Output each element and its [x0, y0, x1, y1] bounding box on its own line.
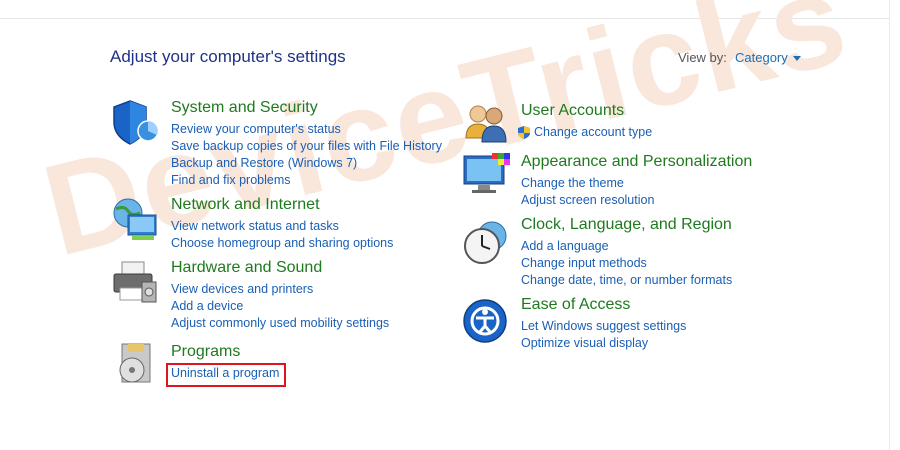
category-user-accounts: User Accounts Change account type — [518, 101, 652, 141]
uac-shield-icon — [518, 126, 530, 140]
right-divider — [889, 0, 890, 450]
devices-printers-link[interactable]: View devices and printers — [171, 281, 389, 298]
programs-disc-icon — [119, 343, 151, 383]
system-security-title[interactable]: System and Security — [171, 98, 442, 118]
security-shield-icon — [113, 100, 159, 145]
category-system-security: System and Security Review your computer… — [171, 98, 442, 189]
users-icon — [465, 105, 507, 143]
screen-resolution-link[interactable]: Adjust screen resolution — [521, 192, 752, 209]
homegroup-link[interactable]: Choose homegroup and sharing options — [171, 235, 393, 252]
uninstall-highlight-box — [166, 363, 286, 387]
change-account-type-link[interactable]: Change account type — [534, 125, 652, 139]
optimize-display-link[interactable]: Optimize visual display — [521, 335, 686, 352]
network-globe-icon — [113, 198, 157, 240]
page-title: Adjust your computer's settings — [110, 47, 346, 66]
add-language-link[interactable]: Add a language — [521, 238, 732, 255]
date-time-formats-link[interactable]: Change date, time, or number formats — [521, 272, 732, 289]
view-by-dropdown[interactable]: Category — [735, 50, 801, 65]
mobility-settings-link[interactable]: Adjust commonly used mobility settings — [171, 315, 389, 332]
add-device-link[interactable]: Add a device — [171, 298, 389, 315]
chevron-down-icon — [792, 56, 801, 62]
category-ease-of-access: Ease of Access Let Windows suggest setti… — [521, 295, 686, 352]
find-fix-problems-link[interactable]: Find and fix problems — [171, 172, 442, 189]
category-network-internet: Network and Internet View network status… — [171, 195, 393, 252]
hardware-sound-title[interactable]: Hardware and Sound — [171, 258, 389, 278]
view-by-label: View by: — [678, 50, 727, 65]
monitor-palette-icon — [463, 153, 510, 193]
user-accounts-title[interactable]: User Accounts — [521, 101, 652, 121]
appearance-title[interactable]: Appearance and Personalization — [521, 152, 752, 172]
ease-of-access-title[interactable]: Ease of Access — [521, 295, 686, 315]
input-methods-link[interactable]: Change input methods — [521, 255, 732, 272]
backup-restore-link[interactable]: Backup and Restore (Windows 7) — [171, 155, 442, 172]
review-status-link[interactable]: Review your computer's status — [171, 121, 442, 138]
clock-language-title[interactable]: Clock, Language, and Region — [521, 215, 732, 235]
network-internet-title[interactable]: Network and Internet — [171, 195, 393, 215]
category-hardware-sound: Hardware and Sound View devices and prin… — [171, 258, 389, 332]
file-history-link[interactable]: Save backup copies of your files with Fi… — [171, 138, 442, 155]
ease-of-access-icon — [463, 299, 507, 343]
programs-title[interactable]: Programs — [171, 342, 279, 362]
network-status-link[interactable]: View network status and tasks — [171, 218, 393, 235]
change-account-type-row[interactable]: Change account type — [517, 124, 652, 141]
category-appearance: Appearance and Personalization Change th… — [521, 152, 752, 209]
change-theme-link[interactable]: Change the theme — [521, 175, 752, 192]
suggest-settings-link[interactable]: Let Windows suggest settings — [521, 318, 686, 335]
category-clock-language: Clock, Language, and Region Add a langua… — [521, 215, 732, 289]
view-by-value: Category — [735, 50, 788, 65]
clock-globe-icon — [464, 221, 507, 264]
printer-icon — [113, 261, 157, 303]
